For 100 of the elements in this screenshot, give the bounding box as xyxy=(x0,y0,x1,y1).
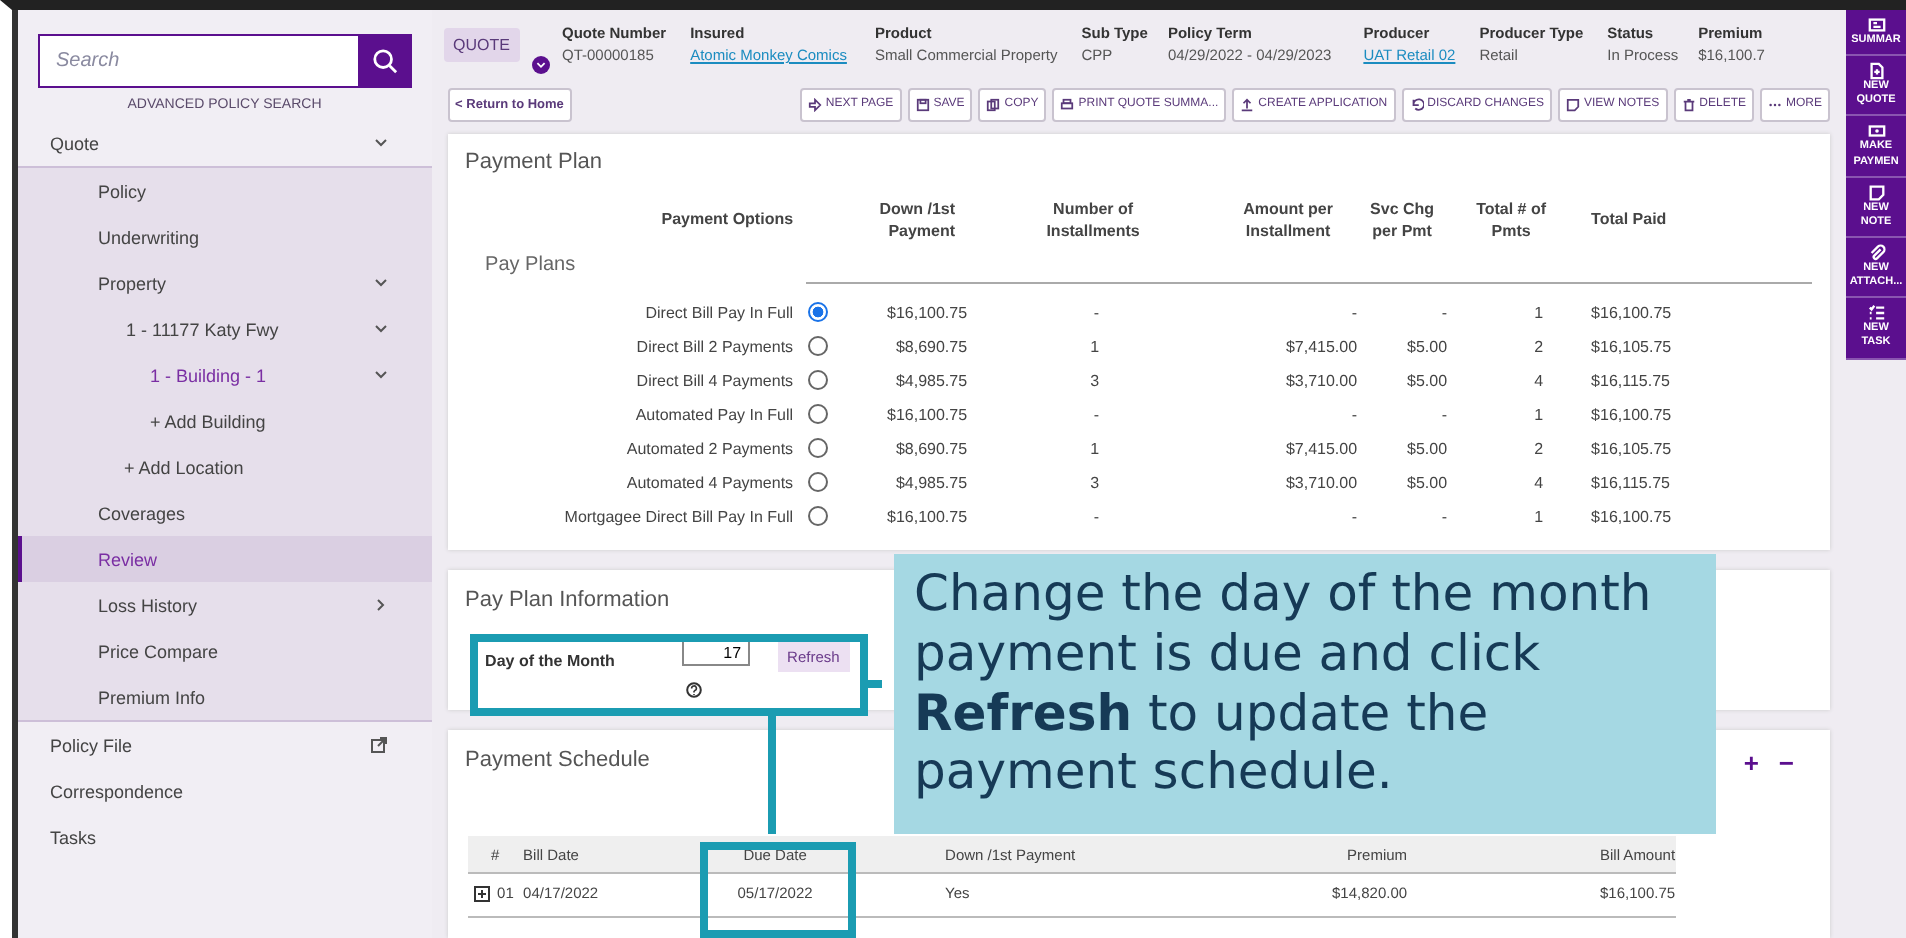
radio-button[interactable] xyxy=(807,404,828,425)
sidebar-item-label: Loss History xyxy=(98,595,198,615)
table-cell-text: $16,100.75 xyxy=(1589,301,1674,326)
sidebar-item-label: Property xyxy=(98,273,167,293)
table-cell-text: - xyxy=(1439,403,1448,428)
sidebar-item-label: 1 - Building - 1 xyxy=(150,365,267,385)
column-header: Total # of Pmts xyxy=(1474,197,1549,242)
radio-button[interactable] xyxy=(807,370,828,391)
table-cell-text: - xyxy=(1091,403,1102,428)
sidebar-item-label: Review xyxy=(98,549,158,569)
expand-all-button[interactable]: + xyxy=(1743,747,1759,778)
plan-name: Automated 4 Payments xyxy=(624,471,796,496)
sidebar-item[interactable]: Review xyxy=(18,536,432,582)
table-cell-text: 3 xyxy=(1088,369,1102,394)
table-cell-text: $3,710.00 xyxy=(1283,369,1358,394)
plan-name: Automated 2 Payments xyxy=(624,437,796,462)
table-cell-text: $5.00 xyxy=(1405,335,1448,360)
callout-text: Change the day of the month payment is due and click Refresh to update the payment schedule. xyxy=(894,554,1716,834)
sidebar-item[interactable]: Tasks xyxy=(18,814,432,860)
trash-icon xyxy=(1681,97,1696,112)
table-cell-text: 4 xyxy=(1532,471,1546,496)
table-cell-text: $3,710.00 xyxy=(1283,471,1358,496)
card-title: Payment Plan xyxy=(465,149,603,174)
table-cell-text: $16,100.75 xyxy=(885,505,968,530)
external-link-icon xyxy=(369,736,388,754)
table-cell-text: $8,690.75 xyxy=(893,335,968,360)
search-field[interactable]: Search xyxy=(38,34,358,88)
banknote-icon xyxy=(1867,122,1885,141)
radio-button[interactable] xyxy=(807,438,828,459)
sidebar-item-label: Price Compare xyxy=(98,641,219,661)
sidebar-item-label: Correspondence xyxy=(50,781,184,801)
document-plus-icon xyxy=(1867,62,1885,81)
field-label: Day of the Month xyxy=(485,651,617,670)
table-cell-text: - xyxy=(1091,301,1102,326)
table-cell-text: $5.00 xyxy=(1405,437,1448,462)
table-cell-text: - xyxy=(1349,505,1358,530)
collapse-all-button[interactable]: − xyxy=(1778,747,1794,778)
sidebar-item-label: Underwriting xyxy=(98,227,200,247)
sidebar-item[interactable]: Coverages xyxy=(18,490,432,536)
dropdown-icon[interactable] xyxy=(532,56,550,74)
sidebar-item[interactable]: Underwriting xyxy=(18,214,432,260)
sidebar-item-label: Premium Info xyxy=(98,687,206,707)
chevron-icon xyxy=(373,278,388,288)
sidebar-item-label: Policy File xyxy=(50,735,133,755)
table-cell-text: 1 xyxy=(1532,505,1546,530)
table-cell-text: $16,100.75 xyxy=(1589,505,1674,530)
sidebar-item[interactable]: Correspondence xyxy=(18,768,432,814)
note-icon xyxy=(1867,183,1885,202)
radio-button[interactable] xyxy=(807,506,828,527)
chevron-icon xyxy=(375,598,386,612)
sidebar-item[interactable]: + Add Location xyxy=(18,444,432,490)
table-cell-text: - xyxy=(1439,505,1448,530)
table-cell-text: $7,415.00 xyxy=(1283,335,1358,360)
help-icon[interactable] xyxy=(685,681,702,698)
table-cell-text: - xyxy=(1349,403,1358,428)
upload-icon xyxy=(1240,97,1255,112)
table-cell-text: $16,105.75 xyxy=(1589,335,1674,360)
radio-button[interactable] xyxy=(807,302,828,323)
column-header: Svc Chg per Pmt xyxy=(1368,197,1437,242)
column-header: Total Paid xyxy=(1589,208,1669,231)
copy-icon xyxy=(986,97,1001,112)
table-cell-text: 1 xyxy=(1532,301,1546,326)
sidebar-item[interactable]: Policy xyxy=(18,168,432,214)
sidebar-item[interactable]: 1 - 11177 Katy Fwy xyxy=(18,306,432,352)
sidebar-item-label: Tasks xyxy=(50,827,97,847)
sidebar-item[interactable]: 1 - Building - 1 xyxy=(18,352,432,398)
sidebar-item[interactable]: Quote xyxy=(18,120,432,166)
paperclip-icon xyxy=(1867,243,1885,262)
table-cell-text: $5.00 xyxy=(1405,369,1448,394)
printer-icon xyxy=(1060,97,1075,112)
table-cell-text: - xyxy=(1439,301,1448,326)
table-cell-text: 1 xyxy=(1088,437,1102,462)
sidebar-item[interactable]: + Add Building xyxy=(18,398,432,444)
table-cell-text: $7,415.00 xyxy=(1283,437,1358,462)
search-button[interactable] xyxy=(357,34,412,88)
table-cell-text: - xyxy=(1349,301,1358,326)
sidebar-item[interactable]: Loss History xyxy=(18,582,432,628)
plan-name: Direct Bill Pay In Full xyxy=(643,301,796,326)
plan-name: Mortgagee Direct Bill Pay In Full xyxy=(562,505,796,530)
table-cell-text: $16,100.75 xyxy=(885,403,968,428)
sidebar-item[interactable]: Price Compare xyxy=(18,628,432,674)
arrow-right-icon xyxy=(807,97,822,112)
table-cell-text: $8,690.75 xyxy=(893,437,968,462)
radio-button[interactable] xyxy=(807,336,828,357)
table-cell-text: $16,105.75 xyxy=(1589,437,1674,462)
sidebar-item[interactable]: Policy File xyxy=(18,722,432,768)
sidebar-item[interactable]: Property xyxy=(18,260,432,306)
chevron-icon xyxy=(373,370,388,380)
table-cell-text: 1 xyxy=(1532,403,1546,428)
radio-button[interactable] xyxy=(807,472,828,493)
column-header: Amount per Installment xyxy=(1241,197,1335,242)
column-header: Number of Installments xyxy=(1044,197,1142,242)
table-cell-text: $16,100.75 xyxy=(885,301,968,326)
table-cell-text: 2 xyxy=(1532,437,1546,462)
plan-name: Direct Bill 4 Payments xyxy=(634,369,796,394)
expand-row-icon[interactable] xyxy=(473,886,490,903)
quote-tag: QUOTE xyxy=(443,28,520,62)
table-cell-text: $16,100.75 xyxy=(1589,403,1674,428)
sidebar-item[interactable]: Premium Info xyxy=(18,674,432,720)
card-title: Pay Plan Information xyxy=(465,587,670,612)
